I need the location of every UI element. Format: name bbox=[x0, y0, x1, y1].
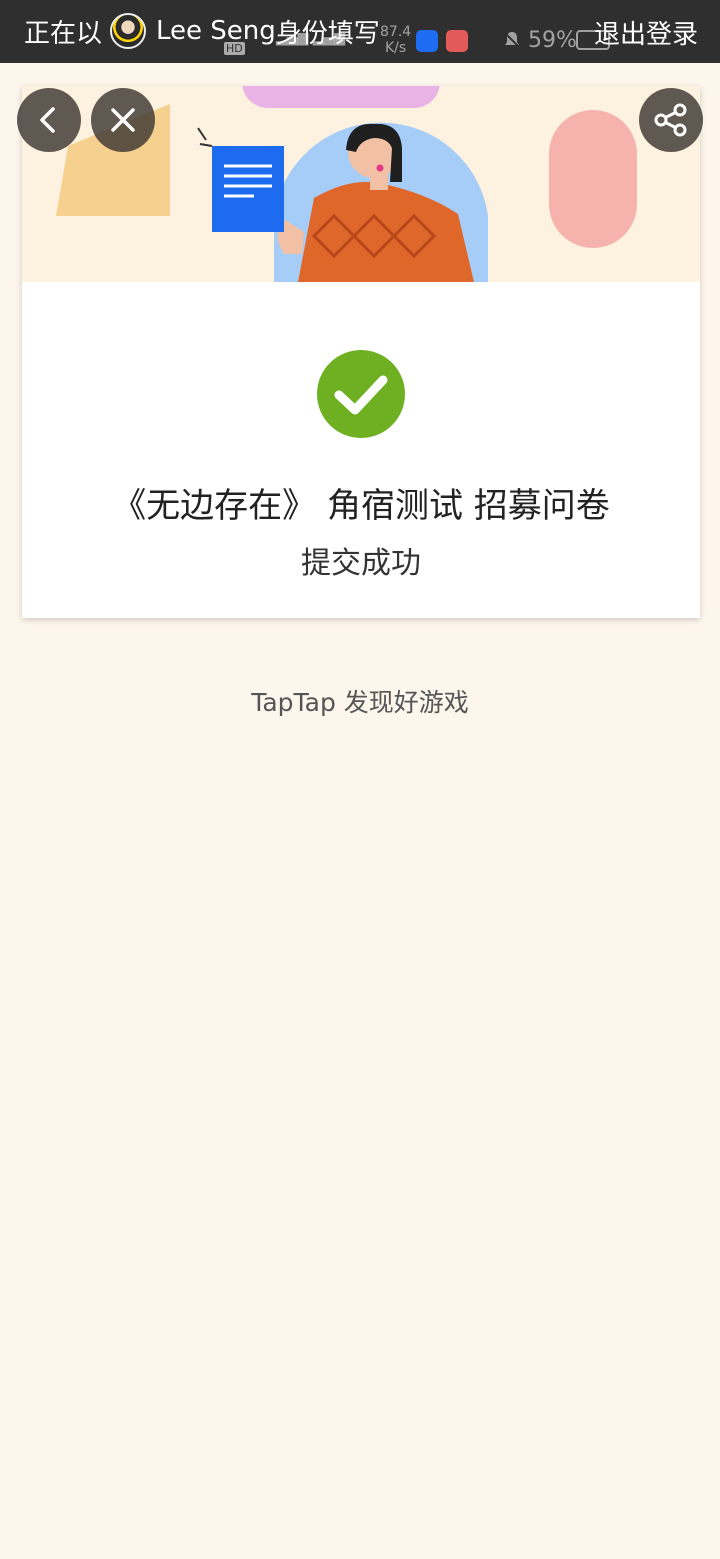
chevron-left-icon bbox=[40, 107, 55, 133]
network-speed-unit: K/s bbox=[384, 40, 407, 56]
close-icon bbox=[111, 108, 135, 132]
network-speed-value: 87.4 bbox=[380, 24, 412, 40]
submit-status: 提交成功 bbox=[301, 546, 421, 581]
avatar bbox=[110, 13, 147, 49]
app-notification-icon bbox=[446, 30, 468, 52]
user-name: Lee Seng bbox=[156, 16, 276, 46]
battery-level: 59% bbox=[528, 28, 577, 53]
identity-label: 正在以 Lee Seng 身份填写 bbox=[24, 12, 380, 50]
logout-button[interactable]: 退出登录 bbox=[594, 14, 698, 51]
share-button[interactable] bbox=[639, 88, 703, 152]
back-button[interactable] bbox=[17, 88, 81, 152]
close-button[interactable] bbox=[91, 88, 155, 152]
check-circle-icon bbox=[317, 350, 405, 438]
identity-bar: HD ▂▄▆ ▂▄▆ 87.4 K/s 59% 正在以 Lee Seng 身份填… bbox=[0, 0, 720, 63]
result-card: 《无边存在》 角宿测试 招募问卷 提交成功 bbox=[22, 86, 700, 618]
footer-brand: TapTap 发现好游戏 bbox=[251, 688, 469, 717]
identity-suffix: 身份填写 bbox=[275, 18, 380, 49]
identity-prefix: 正在以 bbox=[24, 18, 103, 49]
share-icon bbox=[654, 103, 687, 137]
form-title: 《无边存在》 角宿测试 招募问卷 bbox=[112, 486, 610, 526]
network-speed: 87.4 K/s bbox=[380, 24, 411, 56]
bell-muted-icon bbox=[504, 32, 520, 48]
app-notification-icon bbox=[416, 30, 438, 52]
